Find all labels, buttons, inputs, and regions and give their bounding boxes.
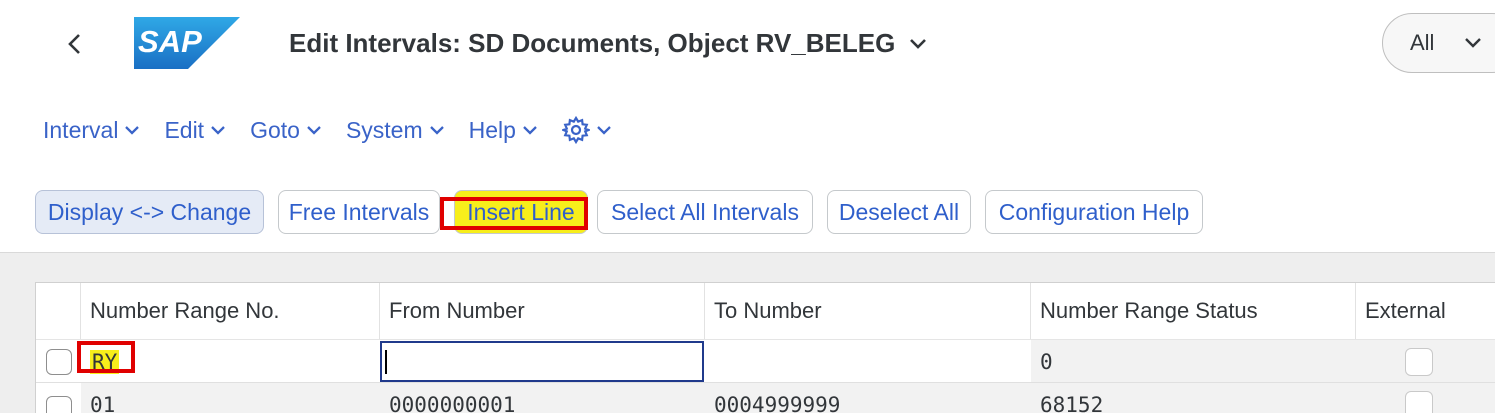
status-cell: 0 bbox=[1031, 340, 1356, 383]
menu-edit[interactable]: Edit bbox=[164, 117, 226, 144]
search-scope-value: All bbox=[1410, 30, 1434, 56]
sap-logo[interactable]: SAP bbox=[134, 17, 240, 69]
menu-settings[interactable] bbox=[562, 116, 612, 144]
table-header: Number Range No. From Number To Number N… bbox=[36, 283, 1495, 339]
column-header[interactable]: Number Range Status bbox=[1031, 283, 1356, 339]
search-scope-select[interactable]: All bbox=[1382, 13, 1495, 73]
from-number-value: 0000000001 bbox=[389, 393, 515, 413]
select-column-header bbox=[36, 283, 81, 339]
free-intervals-button[interactable]: Free Intervals bbox=[278, 190, 440, 234]
number-range-cell: 01 bbox=[81, 383, 380, 413]
shell-bar: SAP Edit Intervals: SD Documents, Object… bbox=[0, 0, 1495, 252]
chevron-down-icon bbox=[596, 125, 612, 135]
menu-label: Goto bbox=[250, 117, 300, 144]
chevron-left-icon bbox=[67, 33, 83, 55]
menu-interval[interactable]: Interval bbox=[43, 117, 140, 144]
external-checkbox[interactable] bbox=[1405, 391, 1433, 413]
column-header[interactable]: Number Range No. bbox=[81, 283, 380, 339]
back-button[interactable] bbox=[58, 26, 92, 62]
menu-bar: Interval Edit Goto System Help bbox=[43, 112, 636, 148]
button-label: Configuration Help bbox=[999, 199, 1190, 226]
chevron-down-icon bbox=[522, 125, 538, 135]
chevron-down-icon bbox=[124, 125, 140, 135]
menu-goto[interactable]: Goto bbox=[250, 117, 322, 144]
button-label: Display <-> Change bbox=[48, 199, 251, 226]
chevron-down-icon bbox=[1464, 37, 1482, 49]
number-range-value: 01 bbox=[90, 393, 115, 413]
chevron-down-icon bbox=[210, 125, 226, 135]
table-row[interactable]: RY 0 bbox=[36, 339, 1495, 383]
svg-text:SAP: SAP bbox=[138, 24, 202, 59]
column-header[interactable]: From Number bbox=[380, 283, 705, 339]
from-number-input[interactable] bbox=[380, 341, 704, 382]
to-number-cell[interactable] bbox=[705, 340, 1031, 383]
external-cell[interactable] bbox=[1356, 340, 1495, 383]
row-selector[interactable] bbox=[46, 349, 72, 375]
from-number-cell: 0000000001 bbox=[380, 383, 705, 413]
to-number-value: 0004999999 bbox=[714, 393, 840, 413]
table-row[interactable]: 01 0000000001 0004999999 68152 bbox=[36, 382, 1495, 413]
button-label: Deselect All bbox=[839, 199, 959, 226]
column-header[interactable]: To Number bbox=[705, 283, 1031, 339]
intervals-table: Number Range No. From Number To Number N… bbox=[35, 282, 1495, 413]
to-number-cell: 0004999999 bbox=[705, 383, 1031, 413]
column-header[interactable]: External bbox=[1356, 283, 1495, 339]
text-caret bbox=[385, 350, 387, 374]
menu-help[interactable]: Help bbox=[469, 117, 538, 144]
status-cell: 68152 bbox=[1031, 383, 1356, 413]
menu-label: Edit bbox=[164, 117, 204, 144]
menu-label: System bbox=[346, 117, 423, 144]
menu-label: Help bbox=[469, 117, 516, 144]
select-all-intervals-button[interactable]: Select All Intervals bbox=[597, 190, 813, 234]
highlight-number-range bbox=[77, 341, 135, 373]
page-title-text: Edit Intervals: SD Documents, Object RV_… bbox=[289, 28, 895, 59]
status-value: 68152 bbox=[1040, 393, 1103, 413]
menu-label: Interval bbox=[43, 117, 118, 144]
external-cell[interactable] bbox=[1356, 383, 1495, 413]
chevron-down-icon bbox=[306, 125, 322, 135]
configuration-help-button[interactable]: Configuration Help bbox=[985, 190, 1203, 234]
button-label: Select All Intervals bbox=[611, 199, 799, 226]
button-label: Free Intervals bbox=[289, 199, 430, 226]
chevron-down-icon bbox=[429, 125, 445, 135]
status-value: 0 bbox=[1040, 350, 1053, 374]
chevron-down-icon bbox=[909, 38, 927, 50]
page-title[interactable]: Edit Intervals: SD Documents, Object RV_… bbox=[289, 28, 927, 59]
highlight-insert-line bbox=[440, 197, 588, 230]
row-selector[interactable] bbox=[46, 396, 72, 413]
row-select-cell[interactable] bbox=[36, 383, 81, 413]
deselect-all-button[interactable]: Deselect All bbox=[827, 190, 971, 234]
gear-icon bbox=[562, 116, 590, 144]
menu-system[interactable]: System bbox=[346, 117, 445, 144]
external-checkbox[interactable] bbox=[1405, 348, 1433, 376]
row-select-cell[interactable] bbox=[36, 340, 81, 383]
display-change-button[interactable]: Display <-> Change bbox=[35, 190, 264, 234]
